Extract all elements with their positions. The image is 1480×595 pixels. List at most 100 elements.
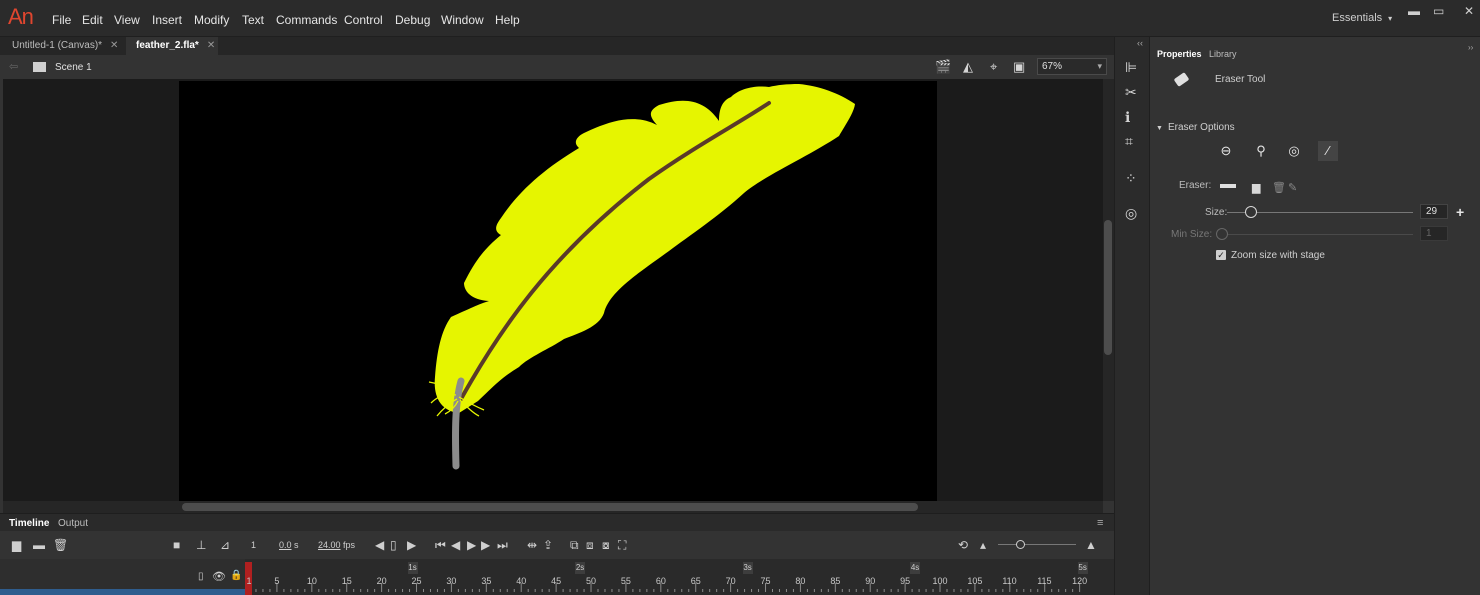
step-forward-icon[interactable]: ▶ xyxy=(481,538,490,552)
minimize-icon[interactable]: ▬ xyxy=(1408,4,1420,18)
feather-shaft xyxy=(452,377,465,470)
horizontal-scroll-thumb[interactable] xyxy=(182,503,918,511)
edit-multiple-icon[interactable]: ⧇ xyxy=(602,538,610,553)
eraser-options-header[interactable]: ▼ Eraser Options xyxy=(1156,122,1235,133)
motion-presets-icon[interactable]: ⁘ xyxy=(1125,170,1137,187)
magic-wand-icon[interactable]: ⁄ xyxy=(1318,141,1338,161)
menu-commands[interactable]: Commands xyxy=(276,13,337,27)
transform-icon[interactable]: ✂ xyxy=(1125,84,1137,101)
onion-outlines-icon[interactable]: ⧈ xyxy=(586,538,594,553)
loop-icon[interactable]: ⇹ xyxy=(527,538,537,552)
menu-modify[interactable]: Modify xyxy=(194,13,229,27)
highlight-icon[interactable]: ▯ xyxy=(198,571,204,582)
faucet-icon[interactable]: ⚲ xyxy=(1251,141,1271,161)
keyframe-icon[interactable]: ▯ xyxy=(390,538,397,552)
pencil-icon[interactable]: ✎ xyxy=(1288,181,1297,194)
collapse-icon[interactable]: ‹‹ xyxy=(1137,38,1143,48)
new-layer-icon[interactable]: ▆ xyxy=(12,538,21,552)
vertical-scroll-thumb[interactable] xyxy=(1104,220,1112,355)
maximize-icon[interactable]: ▭ xyxy=(1433,4,1444,18)
menu-window[interactable]: Window xyxy=(441,13,484,27)
zoom-out-icon[interactable]: ▴ xyxy=(980,538,986,552)
reset-zoom-icon[interactable]: ⟲ xyxy=(958,538,968,552)
close-icon[interactable]: ✕ xyxy=(1464,4,1474,18)
tab-timeline[interactable]: Timeline xyxy=(9,518,49,529)
new-eraser-icon[interactable]: ▆ xyxy=(1252,181,1260,194)
first-frame-icon[interactable]: ⏮ xyxy=(435,538,446,553)
lock-icon[interactable]: 🔒 xyxy=(230,570,242,581)
feather-drawing[interactable] xyxy=(179,81,937,501)
align-icon[interactable]: ⊫ xyxy=(1125,59,1137,76)
center-frame-icon[interactable]: ⇪ xyxy=(543,538,553,552)
current-frame[interactable]: 1 xyxy=(251,540,256,550)
min-size-input[interactable]: 1 xyxy=(1420,226,1448,241)
workspace-switcher[interactable]: Essentials ▾ xyxy=(1332,12,1392,24)
swatches-icon[interactable]: ⌗ xyxy=(1125,133,1133,150)
panel-menu-icon[interactable]: ≡ xyxy=(1097,517,1103,529)
doc-tab-untitled[interactable]: Untitled-1 (Canvas)* ✕ xyxy=(2,37,126,55)
menu-help[interactable]: Help xyxy=(495,13,520,27)
graph-icon[interactable]: ⊿ xyxy=(220,538,230,552)
tab-library[interactable]: Library xyxy=(1209,49,1237,59)
eye-icon[interactable]: 👁 xyxy=(212,570,226,583)
tab-properties[interactable]: Properties xyxy=(1157,49,1202,59)
clip-content-icon[interactable]: ▣ xyxy=(1013,59,1025,75)
menu-edit[interactable]: Edit xyxy=(82,13,103,27)
menu-text[interactable]: Text xyxy=(242,13,264,27)
size-slider-knob[interactable] xyxy=(1245,206,1258,218)
plus-icon[interactable]: + xyxy=(1456,204,1464,220)
delete-layer-icon[interactable]: 🗑 xyxy=(53,538,68,552)
edit-scene-icon[interactable]: 🎬 xyxy=(935,59,951,75)
camera-icon[interactable]: ■ xyxy=(173,538,180,552)
tab-output[interactable]: Output xyxy=(58,518,88,529)
menu-insert[interactable]: Insert xyxy=(152,13,182,27)
layer-row[interactable] xyxy=(0,589,245,595)
min-size-label: Min Size: xyxy=(1171,229,1213,240)
play-icon[interactable]: ▶ xyxy=(467,538,476,552)
last-frame-icon[interactable]: ⏭ xyxy=(497,538,508,553)
collapse-icon[interactable]: ›› xyxy=(1468,43,1473,52)
zoom-size-label: Zoom size with stage xyxy=(1231,250,1325,261)
onion-skin-icon[interactable]: ⧉ xyxy=(570,538,579,553)
size-input[interactable]: 29 xyxy=(1420,204,1448,219)
scene-clapper-icon xyxy=(33,62,46,72)
frame-number: 15 xyxy=(341,576,352,586)
eraser-shape-select[interactable] xyxy=(1220,184,1236,188)
modify-markers-icon[interactable]: ⛶ xyxy=(618,538,626,553)
frame-number: 10 xyxy=(306,576,317,586)
frame-number: 60 xyxy=(655,576,666,586)
frame-rate[interactable]: 24.00 fps xyxy=(318,540,355,550)
elapsed-time[interactable]: 0.0 s xyxy=(279,540,299,550)
timeline-zoom-slider[interactable] xyxy=(998,544,1076,545)
menu-control[interactable]: Control xyxy=(344,13,383,27)
close-icon[interactable]: ✕ xyxy=(207,40,215,51)
menu-debug[interactable]: Debug xyxy=(395,13,430,27)
step-back-icon[interactable]: ◀ xyxy=(451,538,460,552)
doc-tab-feather[interactable]: feather_2.fla* ✕ xyxy=(126,37,218,55)
stage[interactable] xyxy=(179,81,937,501)
zoom-select[interactable]: 67% ▾ xyxy=(1037,58,1107,75)
min-size-slider[interactable] xyxy=(1227,234,1413,235)
new-folder-icon[interactable]: ▬ xyxy=(33,538,45,552)
prev-keyframe-icon[interactable]: ◀ xyxy=(375,538,384,552)
menu-file[interactable]: File xyxy=(52,13,71,27)
delete-eraser-icon[interactable]: 🗑 xyxy=(1272,181,1286,194)
document-tabs: Untitled-1 (Canvas)* ✕ feather_2.fla* ✕ xyxy=(0,37,1114,55)
next-keyframe-icon[interactable]: ▶ xyxy=(407,538,416,552)
zoom-size-checkbox[interactable]: ✓ xyxy=(1216,250,1226,260)
panel-dock: ‹‹ ⊫ ✂ ℹ ⌗ ⁘ ◎ xyxy=(1114,37,1150,595)
target-icon[interactable]: ◎ xyxy=(1284,141,1304,161)
edit-symbols-icon[interactable]: ◭ xyxy=(963,59,973,75)
cc-libraries-icon[interactable]: ◎ xyxy=(1125,205,1137,222)
center-stage-icon[interactable]: ⌖ xyxy=(990,59,997,75)
menu-view[interactable]: View xyxy=(114,13,140,27)
close-icon[interactable]: ✕ xyxy=(110,40,118,51)
eraser-mode-icon[interactable]: ⊖ xyxy=(1216,141,1236,161)
layer-parenting-icon[interactable]: ⊥ xyxy=(196,538,206,552)
doc-tab-label: Untitled-1 (Canvas)* xyxy=(12,40,103,51)
min-size-slider-knob[interactable] xyxy=(1216,228,1228,240)
back-arrow-icon[interactable]: ⇦ xyxy=(9,60,18,73)
timeline-zoom-knob[interactable] xyxy=(1016,540,1025,549)
info-icon[interactable]: ℹ xyxy=(1125,109,1130,126)
zoom-in-icon[interactable]: ▲ xyxy=(1085,538,1097,552)
